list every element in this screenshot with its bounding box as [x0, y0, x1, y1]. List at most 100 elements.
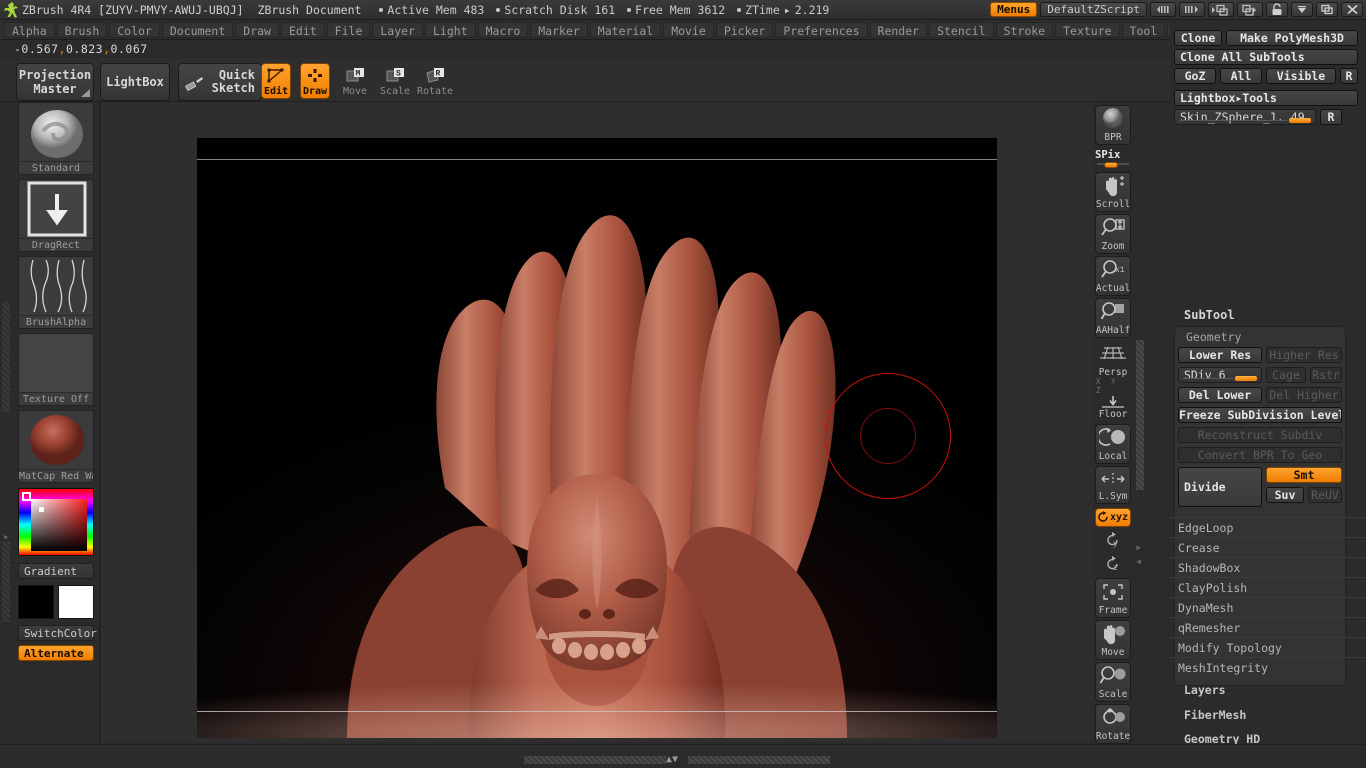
quick-sketch-button[interactable]: Quick Sketch [178, 63, 262, 101]
local-button[interactable]: Local [1095, 424, 1131, 464]
texture-palette-swatch[interactable]: Texture Off [18, 333, 94, 406]
current-tool-r-button[interactable]: R [1320, 109, 1342, 125]
menu-brush[interactable]: Brush [56, 21, 108, 38]
spix-knob[interactable] [1104, 162, 1118, 168]
menu-draw[interactable]: Draw [235, 21, 279, 38]
meshintegrity-row[interactable]: MeshIntegrity [1170, 657, 1366, 677]
draw-mode-button[interactable]: Draw [300, 63, 330, 99]
menu-macro[interactable]: Macro [477, 21, 529, 38]
lower-res-button[interactable]: Lower Res [1178, 347, 1262, 363]
reuv-button[interactable]: ReUV [1308, 487, 1342, 503]
menu-layer[interactable]: Layer [372, 21, 423, 38]
sdiv-slider[interactable]: SDiv 6 [1178, 367, 1262, 383]
alpha-palette-swatch[interactable]: BrushAlpha [18, 256, 94, 329]
menu-stencil[interactable]: Stencil [929, 21, 994, 38]
shadowbox-row[interactable]: ShadowBox [1170, 557, 1366, 577]
rotate-z-button[interactable]: z [1095, 554, 1131, 574]
default-zscript-button[interactable]: DefaultZScript [1040, 2, 1147, 17]
prev-subtool-icon[interactable] [1208, 2, 1234, 17]
goz-button[interactable]: GoZ [1174, 68, 1216, 84]
canvas-viewport[interactable] [100, 102, 1100, 742]
menu-preferences[interactable]: Preferences [775, 21, 868, 38]
xyz-button[interactable]: xyz [1095, 508, 1131, 527]
material-palette-swatch[interactable]: MatCap Red Wa [18, 410, 94, 483]
subtool-section-header[interactable]: SubTool [1184, 308, 1235, 322]
qremesher-row[interactable]: qRemesher [1170, 617, 1366, 637]
canvas-horizontal-scrollbar-left[interactable] [524, 756, 666, 764]
crease-row[interactable]: Crease [1170, 537, 1366, 557]
menu-picker[interactable]: Picker [715, 21, 774, 38]
secondary-color-swatch[interactable] [58, 585, 94, 619]
edgeloop-row[interactable]: EdgeLoop [1170, 517, 1366, 537]
floor-button[interactable]: X Y Z Floor [1095, 377, 1131, 422]
clone-all-subtools-button[interactable]: Clone All SubTools [1174, 49, 1358, 65]
switch-color-button[interactable]: SwitchColor [18, 625, 97, 641]
rotate-y-button[interactable]: y [1095, 530, 1131, 550]
current-tool-knob[interactable] [1289, 118, 1311, 123]
del-lower-button[interactable]: Del Lower [1178, 387, 1262, 403]
clone-button[interactable]: Clone [1174, 30, 1222, 46]
menu-color[interactable]: Color [109, 21, 160, 38]
make-polymesh3d-button[interactable]: Make PolyMesh3D [1226, 30, 1358, 46]
lightbox-button[interactable]: LightBox [100, 63, 170, 101]
menu-stroke[interactable]: Stroke [995, 21, 1054, 38]
higher-res-button[interactable]: Higher Res [1266, 347, 1342, 363]
menu-document[interactable]: Document [161, 21, 234, 38]
modify-topology-row[interactable]: Modify Topology [1170, 637, 1366, 657]
move-mode-button[interactable]: M Move [340, 63, 370, 99]
menu-texture[interactable]: Texture [1055, 21, 1120, 38]
scroll-right-icon[interactable] [1179, 2, 1205, 17]
convert-bpr-to-geo-button[interactable]: Convert BPR To Geo [1178, 447, 1342, 463]
zbrush-document-canvas[interactable] [197, 138, 997, 738]
menus-button[interactable]: Menus [990, 2, 1038, 17]
rotate-button[interactable]: Rotate [1095, 704, 1131, 744]
menu-movie[interactable]: Movie [663, 21, 714, 38]
all-button[interactable]: All [1220, 68, 1262, 84]
menu-marker[interactable]: Marker [530, 21, 588, 38]
persp-button[interactable]: Persp [1095, 340, 1131, 380]
restore-icon[interactable] [1316, 2, 1338, 17]
menu-render[interactable]: Render [869, 21, 928, 38]
menu-tool[interactable]: Tool [1121, 21, 1166, 38]
fibermesh-section[interactable]: FiberMesh [1184, 708, 1246, 722]
floor-axes-label[interactable]: X Y Z [1096, 377, 1130, 395]
scroll-left-icon[interactable] [1150, 2, 1176, 17]
rotate-mode-button[interactable]: R Rotate [417, 63, 453, 99]
cage-button[interactable]: Cage [1266, 367, 1306, 383]
gradient-button[interactable]: Gradient [18, 563, 94, 579]
lock-icon[interactable] [1266, 2, 1288, 17]
lightbox-tools-button[interactable]: Lightbox▸Tools [1174, 90, 1358, 106]
del-higher-button[interactable]: Del Higher [1266, 387, 1342, 403]
visible-r-button[interactable]: R [1340, 68, 1358, 84]
brush-palette-swatch[interactable]: Standard [18, 102, 94, 175]
menu-material[interactable]: Material [589, 21, 662, 38]
canvas-horizontal-scrollbar-right[interactable] [688, 756, 830, 764]
move-button[interactable]: Move [1095, 620, 1131, 660]
close-icon[interactable] [1341, 2, 1363, 17]
claypolish-row[interactable]: ClayPolish [1170, 577, 1366, 597]
divide-button[interactable]: Divide [1178, 467, 1262, 507]
edit-mode-button[interactable]: Edit [261, 63, 291, 99]
projection-master-button[interactable]: Projection Master [16, 63, 94, 101]
freeze-subdivision-button[interactable]: Freeze SubDivision Levels [1178, 407, 1342, 423]
scroll-button[interactable]: Scroll [1095, 172, 1131, 212]
lsym-button[interactable]: L.Sym [1095, 466, 1131, 504]
color-picker[interactable] [18, 488, 94, 556]
bpr-button[interactable]: BPR [1095, 105, 1131, 145]
alternate-button[interactable]: Alternate [18, 645, 94, 661]
menu-file[interactable]: File [326, 21, 371, 38]
primary-color-swatch[interactable] [18, 585, 54, 619]
scale-mode-button[interactable]: S Scale [380, 63, 410, 99]
sdiv-knob[interactable] [1235, 376, 1257, 381]
actual-button[interactable]: x1 Actual [1095, 256, 1131, 296]
menu-alpha[interactable]: Alpha [4, 21, 55, 38]
next-subtool-icon[interactable] [1237, 2, 1263, 17]
current-tool-slider[interactable]: Skin_ZSphere_1. 49 [1174, 109, 1316, 125]
dynamesh-row[interactable]: DynaMesh [1170, 597, 1366, 617]
scale-button[interactable]: Scale [1095, 662, 1131, 702]
layers-section[interactable]: Layers [1184, 683, 1226, 697]
spix-slider[interactable]: SPix [1095, 149, 1131, 168]
geometry-group-title[interactable]: Geometry [1186, 330, 1241, 344]
smt-button[interactable]: Smt [1266, 467, 1342, 483]
aahalf-button[interactable]: AAHalf [1095, 298, 1131, 338]
